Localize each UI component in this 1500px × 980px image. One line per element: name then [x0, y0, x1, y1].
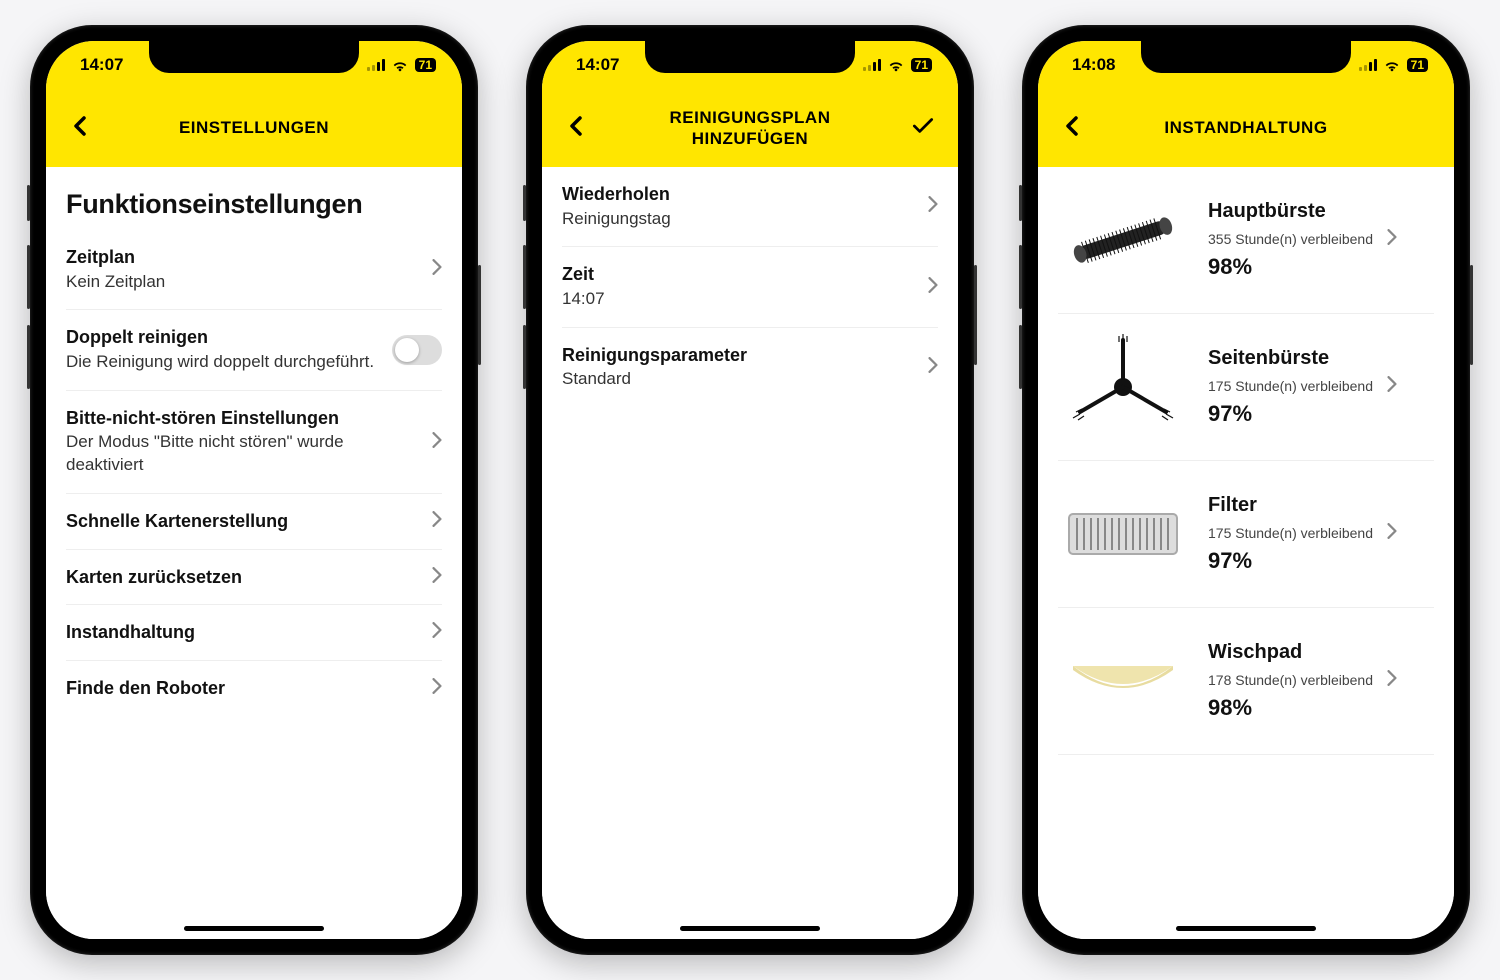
- chevron-right-icon: [918, 196, 938, 217]
- battery-icon: 71: [1407, 58, 1428, 72]
- maintenance-item[interactable]: Seitenbürste 175 Stunde(n) verbleibend 97…: [1058, 314, 1434, 461]
- row-label: Zeit: [562, 263, 918, 286]
- chevron-right-icon: [422, 432, 442, 453]
- chevron-right-icon: [422, 259, 442, 280]
- chevron-right-icon: [1377, 523, 1397, 542]
- chevron-right-icon: [918, 277, 938, 298]
- maintenance-item[interactable]: Wischpad 178 Stunde(n) verbleibend 98%: [1058, 608, 1434, 755]
- back-button[interactable]: [562, 114, 590, 142]
- battery-icon: 71: [415, 58, 436, 72]
- row-label: Instandhaltung: [66, 621, 422, 644]
- maintenance-percent: 97%: [1208, 548, 1434, 574]
- battery-icon: 71: [911, 58, 932, 72]
- wifi-icon: [391, 58, 409, 72]
- row-label: Karten zurücksetzen: [66, 566, 422, 589]
- chevron-left-icon: [73, 116, 87, 141]
- nav-bar: EINSTELLUNGEN: [46, 89, 462, 167]
- signal-icon: [367, 59, 385, 71]
- row-label: Reinigungsparameter: [562, 344, 918, 367]
- maintenance-name: Hauptbürste: [1208, 200, 1434, 223]
- status-time: 14:07: [576, 55, 619, 75]
- row-label: Wiederholen: [562, 183, 918, 206]
- settings-row[interactable]: ZeitplanKein Zeitplan: [66, 230, 442, 310]
- content-area: WiederholenReinigungstagZeit14:07Reinigu…: [542, 167, 958, 939]
- maintenance-hours: 175 Stunde(n) verbleibend: [1208, 376, 1434, 395]
- page-title: INSTANDHALTUNG: [1164, 117, 1327, 138]
- maintenance-hours: 175 Stunde(n) verbleibend: [1208, 523, 1434, 542]
- settings-row[interactable]: Karten zurücksetzen: [66, 550, 442, 606]
- phone-mockup-3: 14:08 71 INSTANDHALTUNG Hauptbürste 355 Stun…: [1022, 25, 1470, 955]
- chevron-left-icon: [569, 116, 583, 141]
- chevron-right-icon: [1377, 229, 1397, 248]
- settings-row[interactable]: Schnelle Kartenerstellung: [66, 494, 442, 550]
- row-label: Doppelt reinigen: [66, 326, 392, 349]
- maintenance-name: Seitenbürste: [1208, 347, 1434, 370]
- maintenance-percent: 98%: [1208, 254, 1434, 280]
- toggle-switch[interactable]: [392, 335, 442, 365]
- chevron-right-icon: [422, 678, 442, 699]
- maintenance-percent: 98%: [1208, 695, 1434, 721]
- notch: [1141, 41, 1351, 73]
- maintenance-hours: 178 Stunde(n) verbleibend: [1208, 670, 1434, 689]
- content-area: Hauptbürste 355 Stunde(n) verbleibend 98%…: [1038, 167, 1454, 939]
- main-brush-icon: [1058, 195, 1188, 285]
- chevron-right-icon: [918, 357, 938, 378]
- page-title: EINSTELLUNGEN: [179, 117, 329, 138]
- home-indicator[interactable]: [1176, 926, 1316, 931]
- maintenance-item[interactable]: Filter 175 Stunde(n) verbleibend 97%: [1058, 461, 1434, 608]
- notch: [149, 41, 359, 73]
- settings-row[interactable]: Bitte-nicht-stören EinstellungenDer Modu…: [66, 391, 442, 494]
- row-label: Bitte-nicht-stören Einstellungen: [66, 407, 422, 430]
- section-title: Funktionseinstellungen: [46, 167, 462, 230]
- status-time: 14:08: [1072, 55, 1115, 75]
- maintenance-hours: 355 Stunde(n) verbleibend: [1208, 229, 1434, 248]
- notch: [645, 41, 855, 73]
- row-subtitle: Kein Zeitplan: [66, 271, 422, 294]
- page-title: REINIGUNGSPLANHINZUFÜGEN: [670, 107, 831, 150]
- chevron-left-icon: [1065, 116, 1079, 141]
- row-label: Zeitplan: [66, 246, 422, 269]
- content-area: FunktionseinstellungenZeitplanKein Zeitp…: [46, 167, 462, 939]
- settings-row: Doppelt reinigenDie Reinigung wird doppe…: [66, 310, 442, 390]
- chevron-right-icon: [422, 567, 442, 588]
- row-subtitle: Der Modus "Bitte nicht stören" wurde dea…: [66, 431, 422, 477]
- home-indicator[interactable]: [680, 926, 820, 931]
- wifi-icon: [1383, 58, 1401, 72]
- signal-icon: [863, 59, 881, 71]
- filter-icon: [1058, 489, 1188, 579]
- signal-icon: [1359, 59, 1377, 71]
- row-label: Finde den Roboter: [66, 677, 422, 700]
- row-label: Schnelle Kartenerstellung: [66, 510, 422, 533]
- status-time: 14:07: [80, 55, 123, 75]
- mop-pad-icon: [1058, 636, 1188, 726]
- side-brush-icon: [1058, 342, 1188, 432]
- maintenance-name: Wischpad: [1208, 641, 1434, 664]
- row-subtitle: 14:07: [562, 288, 918, 311]
- settings-row[interactable]: WiederholenReinigungstag: [562, 167, 938, 247]
- check-icon: [910, 113, 936, 144]
- phone-mockup-1: 14:07 71 EINSTELLUNGEN Funktionseinstellung…: [30, 25, 478, 955]
- maintenance-item[interactable]: Hauptbürste 355 Stunde(n) verbleibend 98%: [1058, 167, 1434, 314]
- chevron-right-icon: [1377, 670, 1397, 689]
- nav-bar: REINIGUNGSPLANHINZUFÜGEN: [542, 89, 958, 167]
- row-subtitle: Die Reinigung wird doppelt durchgeführt.: [66, 351, 392, 374]
- row-subtitle: Reinigungstag: [562, 208, 918, 231]
- row-subtitle: Standard: [562, 368, 918, 391]
- settings-row[interactable]: Finde den Roboter: [66, 661, 442, 716]
- back-button[interactable]: [1058, 114, 1086, 142]
- wifi-icon: [887, 58, 905, 72]
- back-button[interactable]: [66, 114, 94, 142]
- settings-row[interactable]: Instandhaltung: [66, 605, 442, 661]
- chevron-right-icon: [1377, 376, 1397, 395]
- nav-bar: INSTANDHALTUNG: [1038, 89, 1454, 167]
- settings-row[interactable]: ReinigungsparameterStandard: [562, 328, 938, 407]
- confirm-button[interactable]: [908, 113, 938, 143]
- settings-row[interactable]: Zeit14:07: [562, 247, 938, 327]
- maintenance-percent: 97%: [1208, 401, 1434, 427]
- maintenance-name: Filter: [1208, 494, 1434, 517]
- home-indicator[interactable]: [184, 926, 324, 931]
- chevron-right-icon: [422, 511, 442, 532]
- phone-mockup-2: 14:07 71 REINIGUNGSPLANHINZUFÜGEN Wiederhol…: [526, 25, 974, 955]
- chevron-right-icon: [422, 622, 442, 643]
